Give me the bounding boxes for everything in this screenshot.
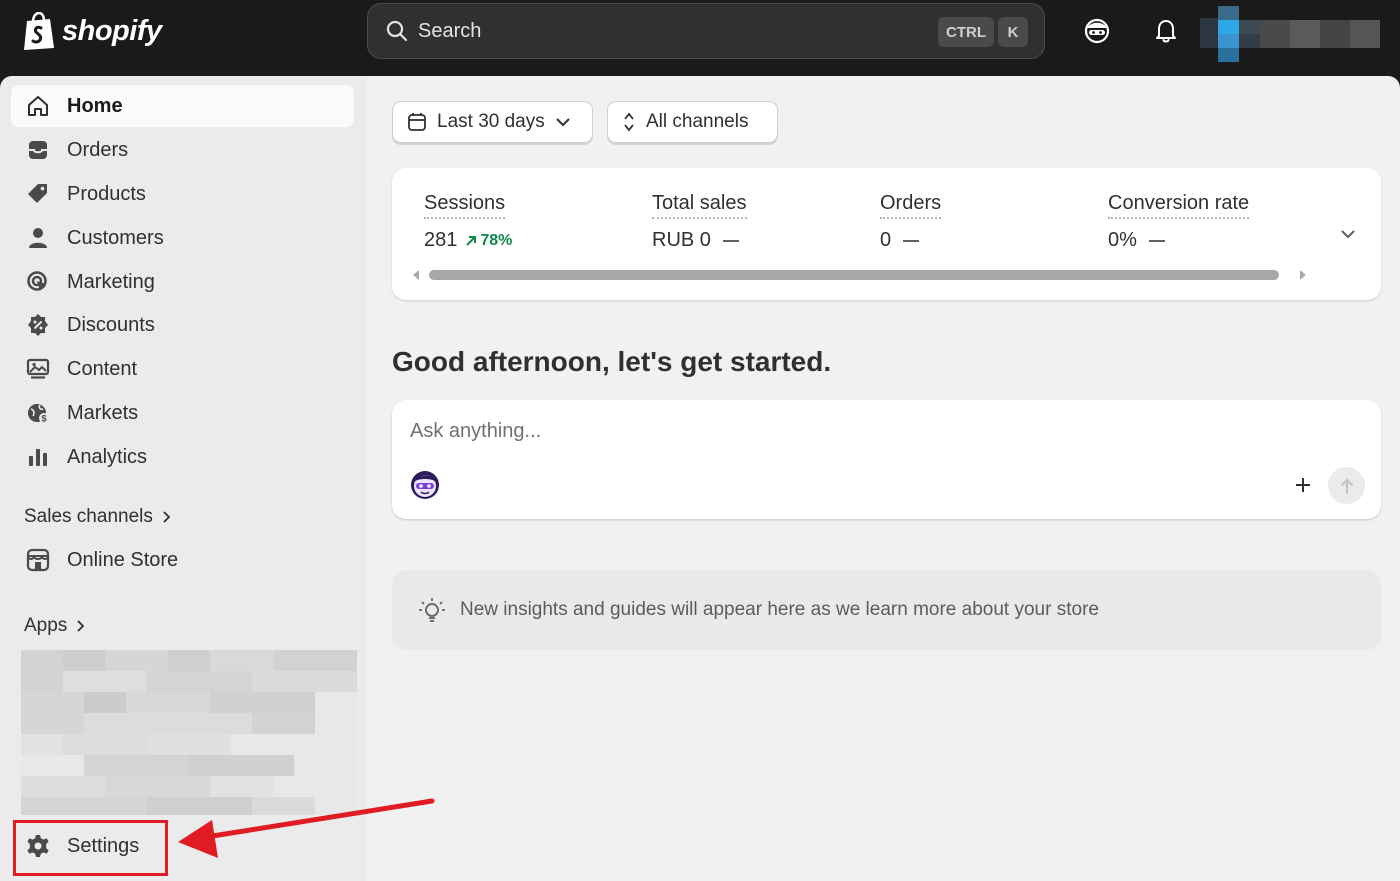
shortcut-ctrl-key: CTRL (938, 17, 994, 47)
sidekick-icon (1084, 18, 1110, 44)
settings-highlight-box (13, 820, 168, 876)
sidekick-button[interactable] (1082, 16, 1112, 46)
section-label: Sales channels (24, 506, 153, 527)
metric-value: 0 (880, 229, 892, 251)
search-icon (386, 20, 408, 42)
search-label: Search (418, 19, 482, 42)
sidebar-item-customers[interactable]: Customers (11, 217, 354, 259)
apps-heading[interactable]: Apps (24, 615, 85, 637)
sidekick-avatar (410, 470, 440, 505)
chevron-down-icon (556, 118, 570, 127)
avatar (1200, 6, 1380, 62)
shopping-bag-icon (24, 12, 54, 50)
sidebar-item-marketing[interactable]: Marketing (11, 261, 354, 303)
home-icon (25, 93, 51, 119)
sidebar-item-label: Products (67, 182, 146, 205)
sidebar-item-label: Home (67, 94, 123, 117)
arrow-up-right-icon (466, 235, 477, 246)
chevron-right-icon (77, 620, 85, 632)
scroll-right-icon (1300, 270, 1306, 280)
image-icon (25, 356, 51, 382)
date-range-picker[interactable]: Last 30 days (392, 101, 593, 143)
search-bar[interactable]: Search CTRL K (367, 3, 1045, 59)
svg-text:$: $ (41, 414, 46, 424)
sidekick-icon (411, 471, 439, 499)
attach-button[interactable] (1290, 472, 1316, 498)
no-change-dash (903, 239, 920, 242)
arrow-up-icon (1340, 477, 1353, 494)
bell-icon (1156, 20, 1176, 43)
main-content: Last 30 days All channels Sessions 281 7… (367, 76, 1400, 881)
tag-icon (25, 181, 51, 207)
sales-channels-heading[interactable]: Sales channels (24, 506, 171, 528)
sidebar-item-online-store[interactable]: Online Store (11, 539, 354, 581)
sidebar-item-content[interactable]: Content (11, 348, 354, 390)
sidebar-item-label: Content (67, 357, 138, 380)
metric-title: Total sales (652, 192, 747, 219)
metric-value: 281 (424, 229, 458, 251)
channels-label: All channels (646, 111, 749, 132)
metric-total-sales[interactable]: Total sales RUB 0 (652, 192, 747, 252)
metric-orders[interactable]: Orders 0 (880, 192, 942, 252)
metric-title: Sessions (424, 192, 506, 219)
trend-value: 78% (480, 231, 513, 249)
sidebar-item-analytics[interactable]: Analytics (11, 436, 354, 478)
bar-chart-icon (25, 444, 51, 470)
sidebar-item-orders[interactable]: Orders (11, 129, 354, 171)
insights-banner: New insights and guides will appear here… (392, 570, 1381, 650)
lightbulb-icon (419, 598, 445, 622)
discount-icon (25, 312, 51, 338)
insights-text: New insights and guides will appear here… (460, 599, 1099, 620)
shopify-logo[interactable]: shopify (22, 12, 162, 50)
send-button[interactable] (1328, 467, 1365, 504)
person-icon (25, 225, 51, 251)
sidebar-item-label: Analytics (67, 445, 148, 468)
date-range-label: Last 30 days (437, 111, 545, 132)
metric-title: Conversion rate (1108, 192, 1250, 219)
calendar-icon (408, 113, 426, 131)
account-menu[interactable] (1200, 6, 1380, 62)
scroll-left-icon (413, 270, 419, 280)
sidebar-item-label: Markets (67, 401, 139, 424)
sort-icon (624, 112, 634, 132)
sidebar-item-label: Online Store (67, 548, 179, 571)
metric-value: 0% (1108, 229, 1137, 251)
metric-title: Orders (880, 192, 942, 219)
sidebar-item-markets[interactable]: $ Markets (11, 392, 354, 434)
sidebar-item-label: Marketing (67, 270, 155, 293)
sidebar-item-discounts[interactable]: Discounts (11, 304, 354, 346)
chevron-down-icon (1341, 230, 1355, 239)
no-change-dash (722, 239, 739, 242)
shortcut-k-key: K (998, 17, 1028, 47)
ask-input[interactable] (410, 420, 1310, 443)
brand-name: shopify (62, 14, 162, 47)
top-bar: shopify Search CTRL K (0, 0, 1400, 76)
inbox-icon (25, 137, 51, 163)
channels-filter[interactable]: All channels (607, 101, 778, 143)
chevron-right-icon (163, 511, 171, 523)
globe-icon: $ (25, 400, 51, 426)
sidebar-item-label: Orders (67, 138, 129, 161)
notifications-button[interactable] (1151, 16, 1181, 46)
sidebar-item-label: Discounts (67, 313, 155, 336)
metrics-card: Sessions 281 78% Total sales RUB 0 Order… (392, 168, 1381, 300)
apps-list-blurred (21, 650, 357, 815)
no-change-dash (1148, 239, 1165, 242)
section-label: Apps (24, 615, 68, 636)
metric-value: RUB 0 (652, 229, 711, 251)
store-icon (25, 547, 51, 573)
target-icon (25, 269, 51, 295)
horizontal-scrollbar[interactable] (412, 268, 1306, 280)
trend-badge: 78% (465, 232, 512, 250)
metric-sessions[interactable]: Sessions 281 78% (424, 192, 512, 252)
metric-conversion-rate[interactable]: Conversion rate 0% (1108, 192, 1250, 252)
sidebar-item-label: Customers (67, 226, 164, 249)
page-title: Good afternoon, let's get started. (392, 346, 832, 377)
plus-icon (1296, 478, 1310, 492)
ask-card (392, 400, 1381, 519)
sidebar-item-home[interactable]: Home (11, 85, 354, 127)
sidebar-item-products[interactable]: Products (11, 173, 354, 215)
scrollbar-thumb[interactable] (429, 270, 1279, 280)
expand-metrics-button[interactable] (1315, 168, 1381, 300)
